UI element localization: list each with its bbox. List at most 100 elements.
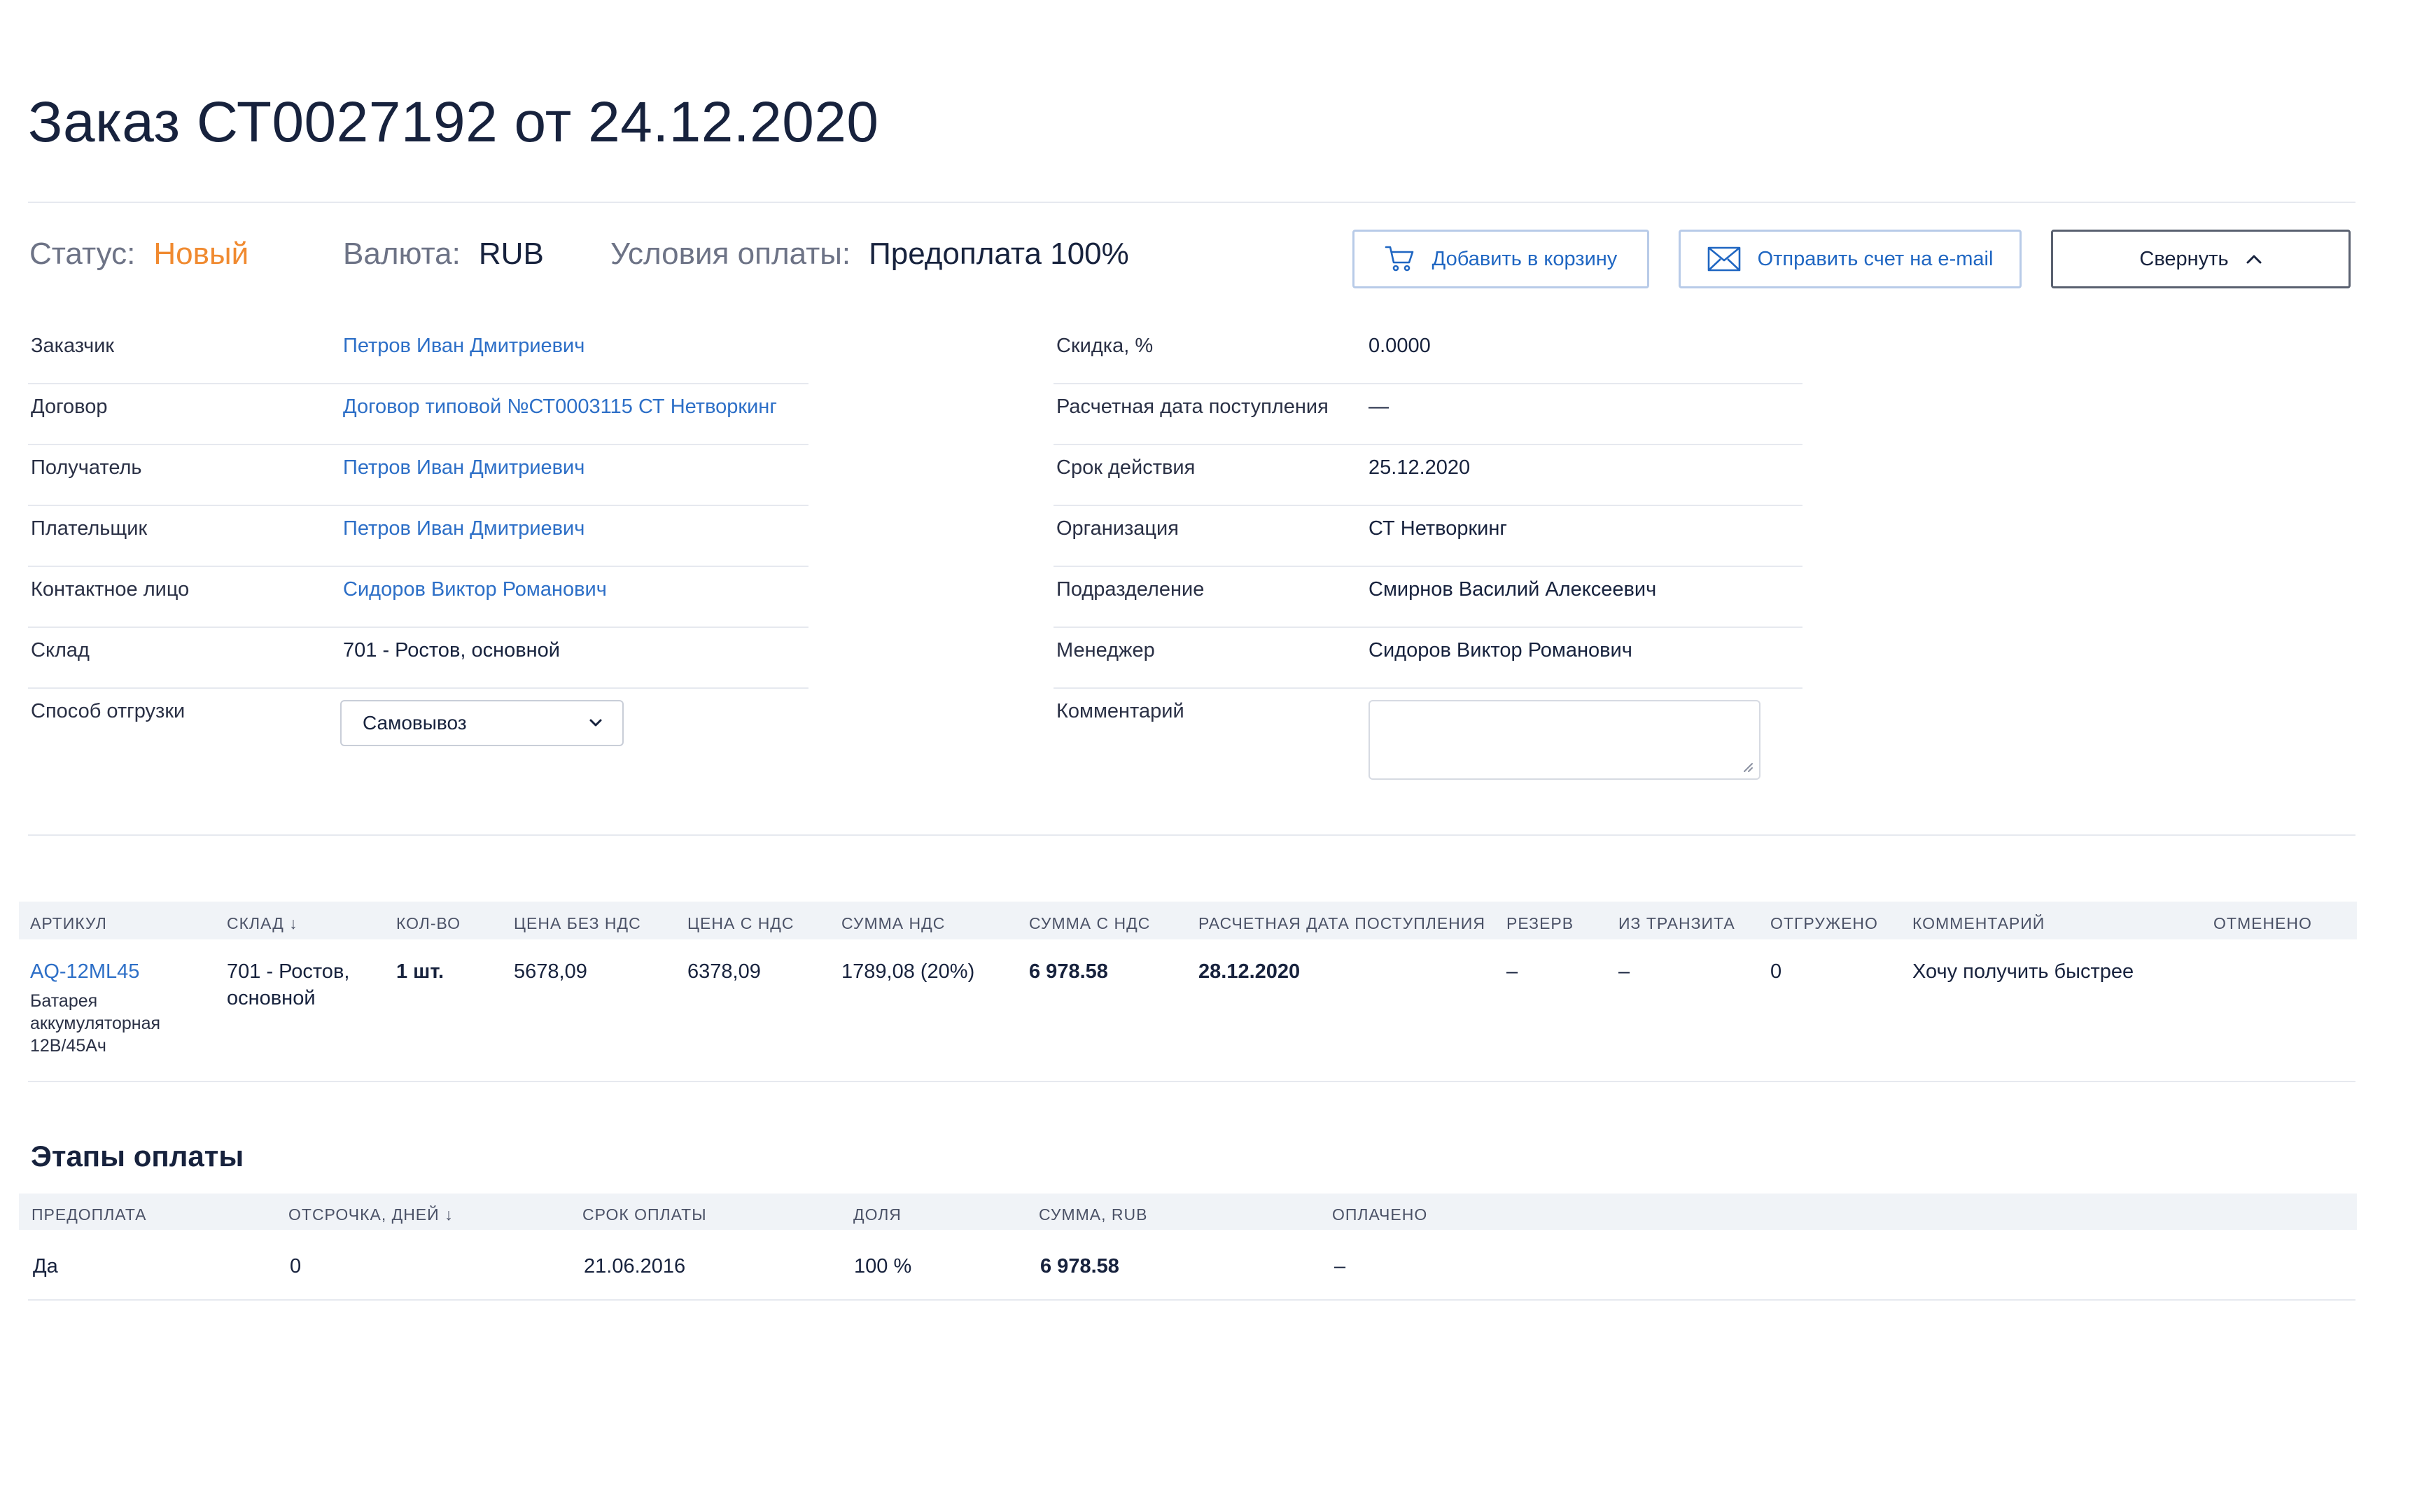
field-label: Плательщик (31, 517, 148, 540)
column-header[interactable]: Склад ↓ (227, 914, 298, 933)
column-header[interactable]: Сумма НДС (841, 914, 945, 933)
delay-cell: 0 (290, 1255, 302, 1278)
field-label: Расчетная дата поступления (1056, 396, 1329, 418)
contact-person-link[interactable]: Сидоров Виктор Романович (343, 578, 607, 601)
payment-sum-cell: 6 978.58 (1040, 1255, 1119, 1278)
comment-textarea[interactable] (1368, 700, 1760, 780)
column-header[interactable]: Резерв (1506, 914, 1574, 933)
status-meta: Статус: Новый (29, 237, 248, 272)
reserve-cell: – (1506, 960, 1518, 983)
chevron-down-icon (589, 719, 602, 727)
prepay-cell: Да (33, 1255, 58, 1278)
column-header[interactable]: Предоплата (31, 1205, 146, 1224)
paid-cell: – (1334, 1255, 1346, 1278)
column-header[interactable]: Кол-во (396, 914, 461, 933)
column-header[interactable]: Комментарий (1912, 914, 2045, 933)
field-row-contact: Контактное лицо Сидоров Виктор Романович (28, 567, 808, 628)
column-header[interactable]: Сумма, RUB (1039, 1205, 1147, 1224)
column-header[interactable]: Доля (853, 1205, 902, 1224)
recipient-link[interactable]: Петров Иван Дмитриевич (343, 456, 584, 479)
sku-link[interactable]: AQ-12ML45 (30, 958, 139, 985)
send-invoice-button[interactable]: Отправить счет на e-mail (1679, 230, 2022, 288)
price-vat-cell: 6378,09 (687, 960, 761, 983)
column-header[interactable]: Отгружено (1770, 914, 1878, 933)
column-header[interactable]: Сумма с НДС (1029, 914, 1150, 933)
organization-value: СТ Нетворкинг (1368, 517, 1507, 540)
arrival-date-value: — (1368, 396, 1389, 418)
comment-cell: Хочу получить быстрее (1912, 960, 2134, 983)
sum-vat-cell: 6 978.58 (1029, 960, 1108, 983)
field-label: Срок действия (1056, 456, 1196, 479)
mail-icon (1707, 246, 1741, 272)
arrival-date-cell: 28.12.2020 (1198, 960, 1301, 983)
resize-handle-icon[interactable] (1742, 762, 1754, 773)
share-cell: 100 % (854, 1255, 912, 1278)
divider (28, 202, 2356, 203)
column-header[interactable]: Цена с НДС (687, 914, 794, 933)
currency-value: RUB (478, 237, 544, 271)
add-to-cart-button[interactable]: Добавить в корзину (1352, 230, 1649, 288)
column-header[interactable]: Артикул (30, 914, 107, 933)
add-to-cart-label: Добавить в корзину (1432, 247, 1618, 270)
shipping-method-value: Самовывоз (363, 712, 467, 734)
field-label: Получатель (31, 456, 142, 479)
status-value: Новый (153, 237, 249, 271)
field-label: Организация (1056, 517, 1179, 540)
field-row-validity: Срок действия 25.12.2020 (1054, 445, 1802, 506)
column-header[interactable]: Цена без НДС (514, 914, 641, 933)
contract-link[interactable]: Договор типовой №СТ0003115 СТ Нетворкинг (343, 396, 777, 419)
shipping-method-select[interactable]: Самовывоз (340, 700, 624, 746)
product-name: Батарея аккумуляторная 12В/45Ач (30, 991, 161, 1056)
status-label: Статус: (29, 237, 136, 271)
department-value: Смирнов Василий Алексеевич (1368, 578, 1657, 601)
divider (28, 834, 2356, 836)
field-label: Скидка, % (1056, 335, 1154, 357)
field-row-arrival-date: Расчетная дата поступления — (1054, 384, 1802, 445)
field-row-payer: Плательщик Петров Иван Дмитриевич (28, 506, 808, 567)
field-row-manager: Менеджер Сидоров Виктор Романович (1054, 628, 1802, 689)
field-row-recipient: Получатель Петров Иван Дмитриевич (28, 445, 808, 506)
discount-value: 0.0000 (1368, 335, 1431, 357)
column-header[interactable]: Срок оплаты (582, 1205, 707, 1224)
field-row-organization: Организация СТ Нетворкинг (1054, 506, 1802, 567)
field-label: Подразделение (1056, 578, 1205, 601)
field-row-shipping: Способ отгрузки Самовывоз (28, 689, 808, 750)
field-label: Менеджер (1056, 639, 1155, 662)
cart-icon (1385, 245, 1415, 273)
field-label: Комментарий (1056, 700, 1184, 722)
payment-stages-title: Этапы оплаты (31, 1140, 244, 1172)
column-header[interactable]: Отсрочка, дней ↓ (288, 1205, 454, 1224)
currency-meta: Валюта: RUB (343, 237, 544, 272)
payments-table-header: Предоплата Отсрочка, дней ↓ Срок оплаты … (19, 1194, 2357, 1230)
validity-value: 25.12.2020 (1368, 456, 1471, 479)
transit-cell: – (1618, 960, 1630, 983)
payment-terms-value: Предоплата 100% (869, 237, 1129, 271)
send-invoice-label: Отправить счет на e-mail (1757, 247, 1994, 270)
column-header[interactable]: Из транзита (1618, 914, 1735, 933)
chevron-up-icon (2246, 253, 2262, 265)
customer-link[interactable]: Петров Иван Дмитриевич (343, 335, 584, 358)
column-header[interactable]: Оплачено (1332, 1205, 1427, 1224)
divider (28, 1081, 2356, 1082)
collapse-label: Свернуть (2139, 247, 2229, 270)
collapse-button[interactable]: Свернуть (2051, 230, 2351, 288)
field-label: Заказчик (31, 335, 115, 357)
field-row-contract: Договор Договор типовой №СТ0003115 СТ Не… (28, 384, 808, 445)
warehouse-value: 701 - Ростов, основной (343, 639, 560, 662)
manager-value: Сидоров Виктор Романович (1368, 639, 1632, 662)
qty-cell: 1 шт. (396, 960, 444, 983)
order-details-right: Скидка, % 0.0000 Расчетная дата поступле… (1054, 323, 1802, 780)
divider (28, 1299, 2356, 1301)
field-label: Способ отгрузки (31, 700, 186, 722)
column-header[interactable]: Расчетная дата поступления (1198, 914, 1485, 933)
shipped-cell: 0 (1770, 960, 1782, 983)
field-row-customer: Заказчик Петров Иван Дмитриевич (28, 323, 808, 384)
field-row-discount: Скидка, % 0.0000 (1054, 323, 1802, 384)
column-header[interactable]: Отменено (2213, 914, 2312, 933)
vat-sum-cell: 1789,08 (20%) (841, 960, 975, 983)
page-title: Заказ СТ0027192 от 24.12.2020 (28, 90, 879, 154)
payer-link[interactable]: Петров Иван Дмитриевич (343, 517, 584, 540)
items-table-header: Артикул Склад ↓ Кол-во Цена без НДС Цена… (19, 902, 2357, 939)
field-row-comment: Комментарий (1054, 689, 1802, 780)
field-label: Склад (31, 639, 90, 662)
